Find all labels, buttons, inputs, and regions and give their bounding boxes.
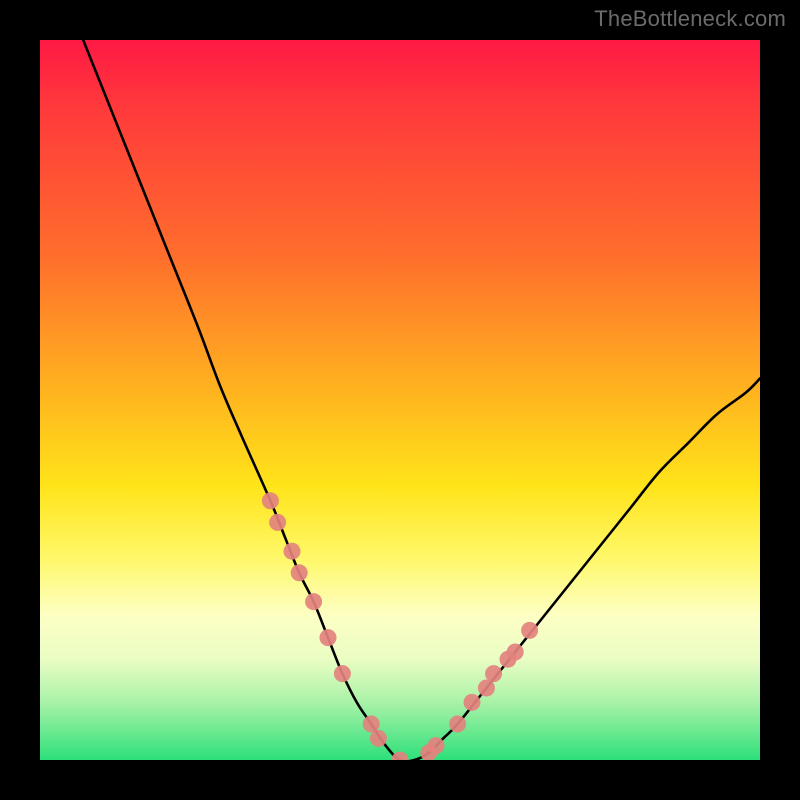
- plot-area: [40, 40, 760, 760]
- bottleneck-curve: [83, 40, 760, 760]
- marker-point: [428, 737, 445, 754]
- chart-frame: TheBottleneck.com: [0, 0, 800, 800]
- marker-point: [478, 680, 495, 697]
- marker-point: [269, 514, 286, 531]
- marker-point: [485, 665, 502, 682]
- marker-point: [507, 644, 524, 661]
- chart-svg: [40, 40, 760, 760]
- marker-group: [262, 492, 538, 760]
- marker-point: [370, 730, 387, 747]
- marker-point: [284, 543, 301, 560]
- marker-point: [392, 752, 409, 761]
- marker-point: [464, 694, 481, 711]
- marker-point: [363, 716, 380, 733]
- marker-point: [305, 593, 322, 610]
- marker-point: [291, 564, 308, 581]
- marker-point: [449, 716, 466, 733]
- marker-point: [521, 622, 538, 639]
- watermark-label: TheBottleneck.com: [594, 6, 786, 32]
- marker-point: [334, 665, 351, 682]
- marker-point: [262, 492, 279, 509]
- marker-point: [320, 629, 337, 646]
